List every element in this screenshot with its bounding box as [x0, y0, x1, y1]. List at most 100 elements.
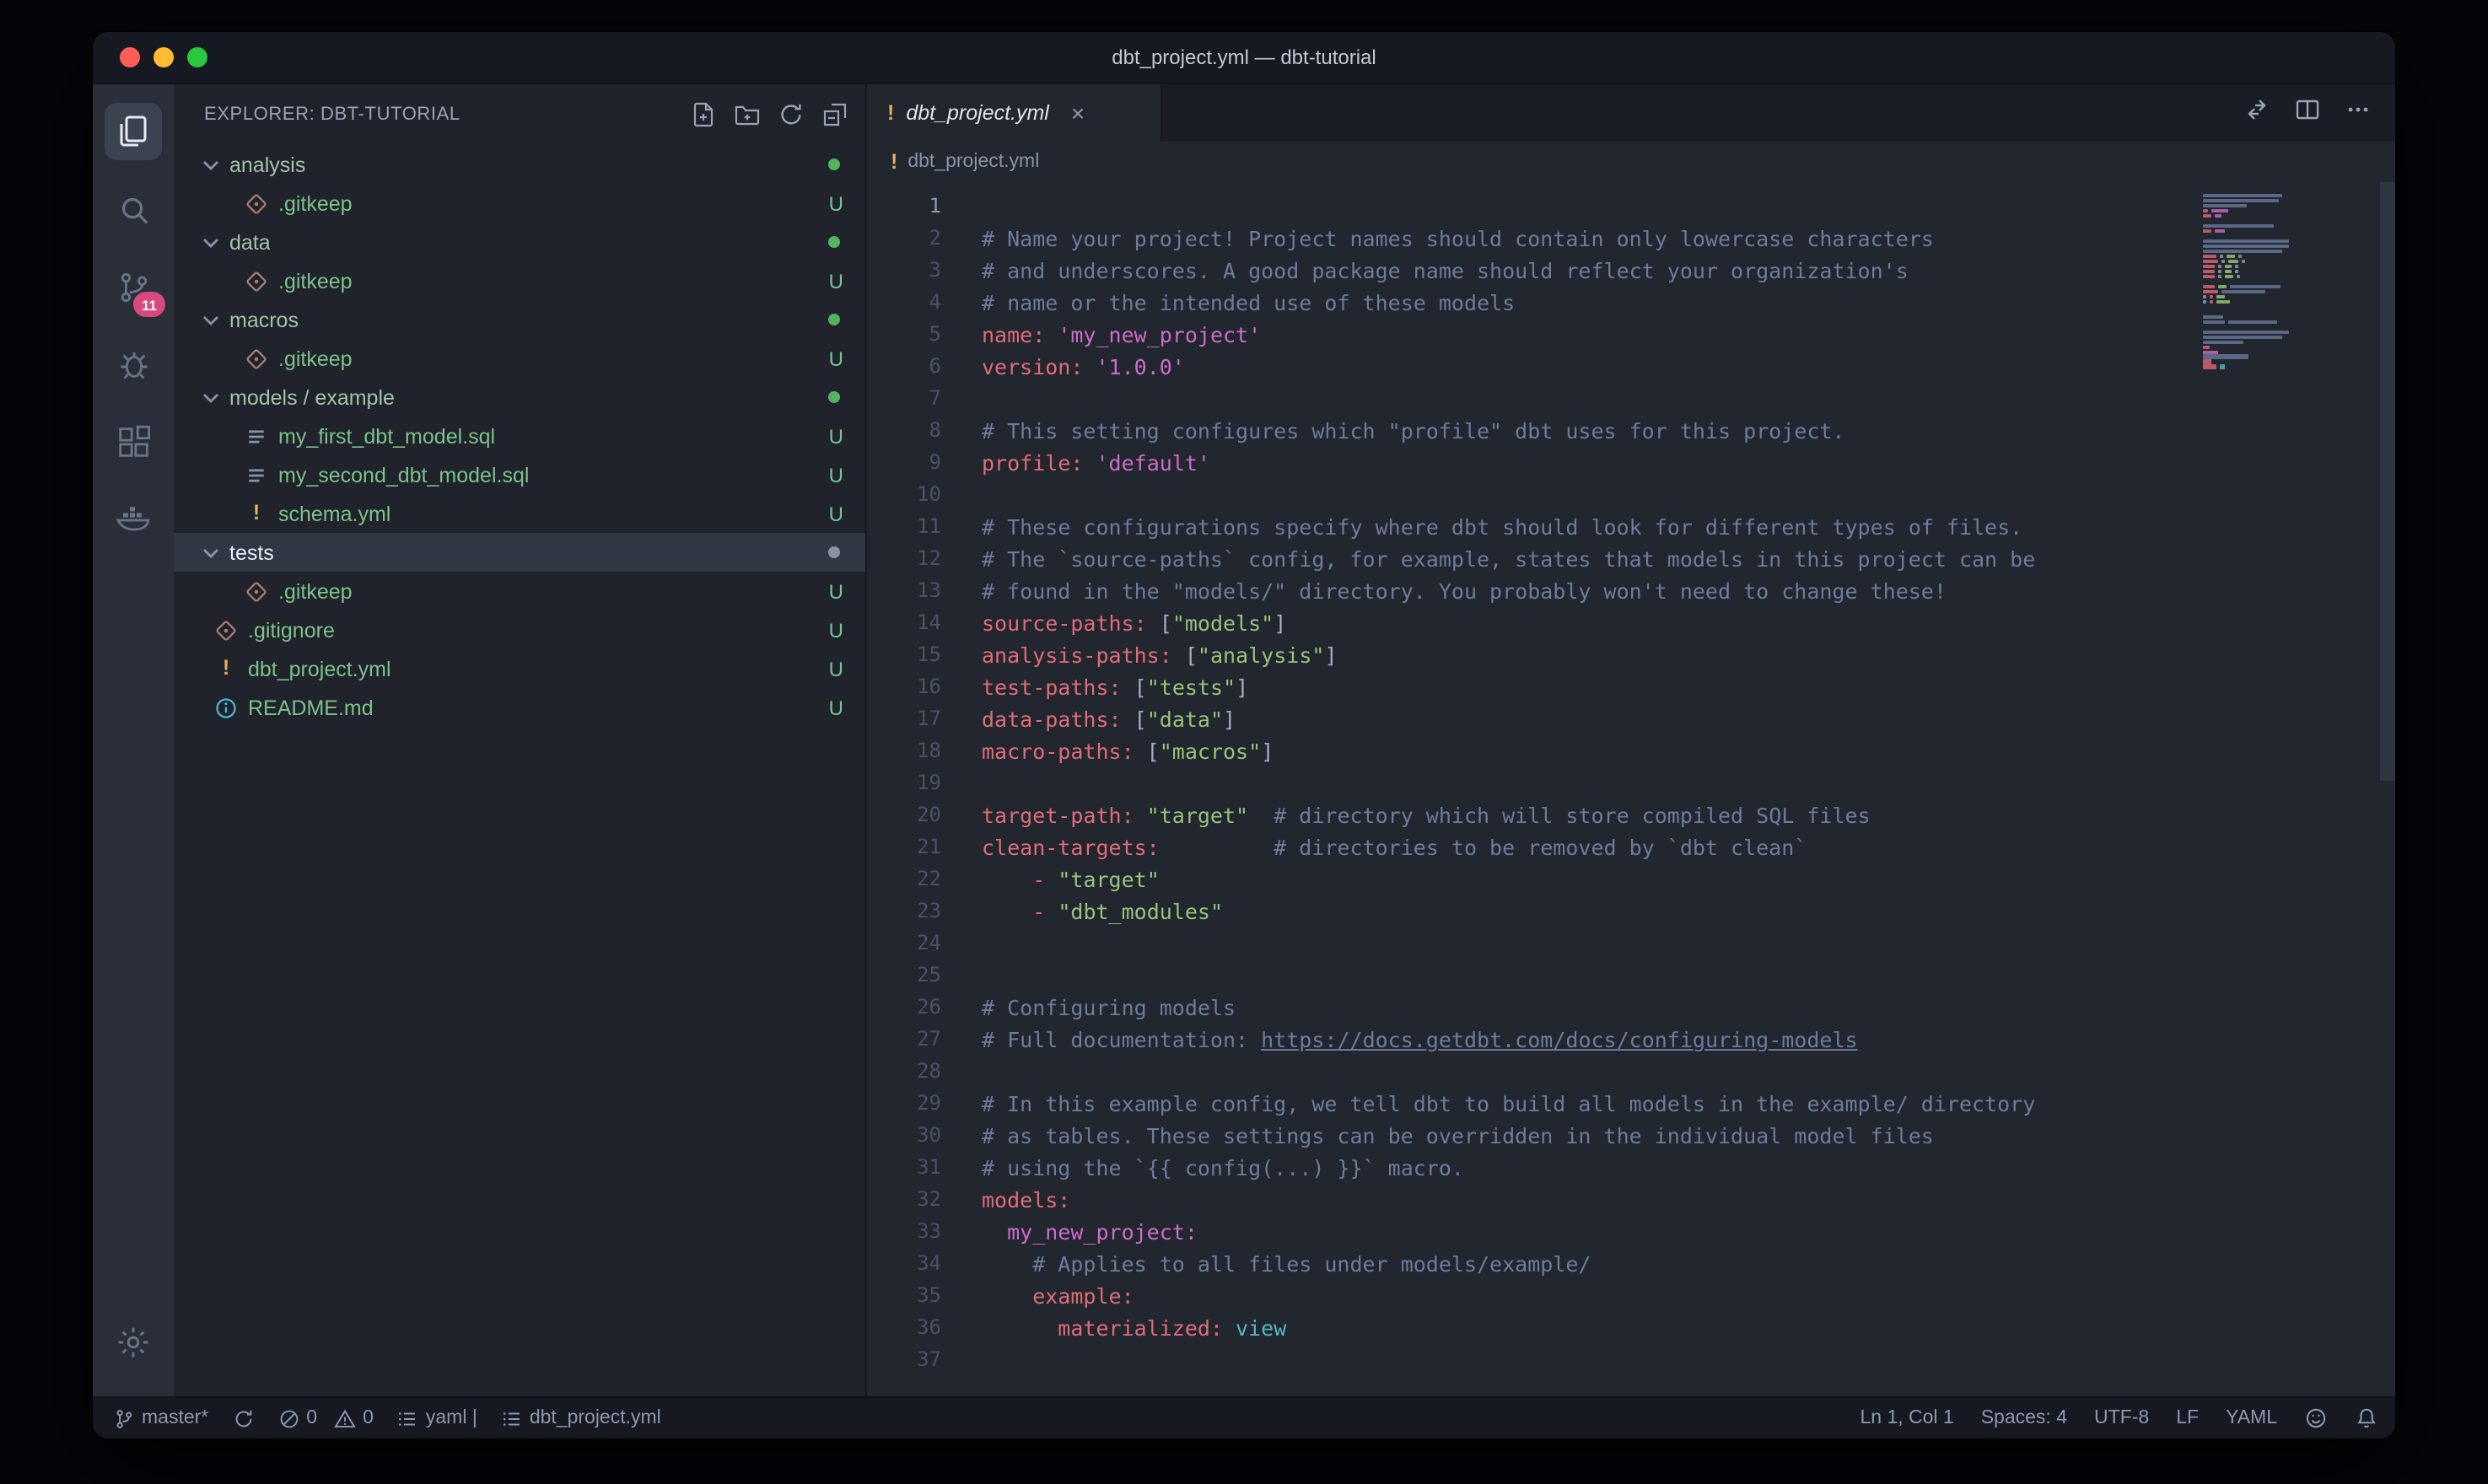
code-line[interactable]: 27# Full documentation: https://docs.get…: [867, 1024, 2395, 1056]
code-line[interactable]: 19: [867, 767, 2395, 799]
vscode-window: dbt_project.yml — dbt-tutorial 11: [91, 30, 2397, 1440]
new-file-icon[interactable]: [690, 101, 717, 128]
code-line[interactable]: 2# Name your project! Project names shou…: [867, 223, 2395, 255]
indentation-item[interactable]: Spaces: 4: [1981, 1408, 2067, 1428]
code-line[interactable]: 31# using the `{{ config(...) }}` macro.: [867, 1152, 2395, 1184]
minimize-window-button[interactable]: [153, 47, 174, 67]
list-icon: [397, 1407, 419, 1429]
activity-explorer[interactable]: [96, 94, 170, 169]
code-line[interactable]: 35 example:: [867, 1280, 2395, 1312]
open-changes-icon[interactable]: [2243, 95, 2270, 131]
minimap[interactable]: [2203, 189, 2372, 375]
yaml-extension-item[interactable]: yaml |: [397, 1407, 477, 1429]
activity-extensions[interactable]: [96, 405, 170, 479]
notifications-item[interactable]: [2355, 1406, 2378, 1430]
maximize-window-button[interactable]: [187, 47, 207, 67]
line-number: 22: [867, 863, 982, 895]
split-editor-icon[interactable]: [2294, 95, 2321, 131]
tree-folder-tests[interactable]: tests: [174, 533, 865, 572]
tree-folder-data[interactable]: data: [174, 223, 865, 261]
code-line[interactable]: 15analysis-paths: ["analysis"]: [867, 639, 2395, 671]
tree-file-gitkeep[interactable]: .gitkeepU: [174, 184, 865, 223]
new-folder-icon[interactable]: [734, 101, 761, 128]
code-editor[interactable]: 12# Name your project! Project names sho…: [867, 182, 2395, 1396]
tree-file-gitkeep[interactable]: .gitkeepU: [174, 572, 865, 610]
line-number: 28: [867, 1056, 982, 1088]
tree-file-my-first-dbt-model-sql[interactable]: my_first_dbt_model.sqlU: [174, 417, 865, 455]
close-window-button[interactable]: [120, 47, 140, 67]
git-status-untracked: U: [829, 347, 843, 370]
tree-file-schema-yml[interactable]: !schema.ymlU: [174, 494, 865, 533]
sync-changes-item[interactable]: [232, 1407, 254, 1429]
encoding-item[interactable]: UTF-8: [2094, 1408, 2149, 1428]
code-line[interactable]: 32models:: [867, 1184, 2395, 1216]
activity-run-debug[interactable]: [96, 327, 170, 401]
close-tab-icon[interactable]: ×: [1071, 99, 1085, 126]
collapse-all-icon[interactable]: [821, 101, 848, 128]
code-line[interactable]: 13# found in the "models/" directory. Yo…: [867, 575, 2395, 607]
eol-item[interactable]: LF: [2176, 1408, 2199, 1428]
dbt-file-item[interactable]: dbt_project.yml: [501, 1407, 661, 1429]
code-line[interactable]: 18macro-paths: ["macros"]: [867, 735, 2395, 767]
code-line[interactable]: 28: [867, 1056, 2395, 1088]
code-line[interactable]: 5name: 'my_new_project': [867, 319, 2395, 351]
tab-dbt-project-yml[interactable]: ! dbt_project.yml ×: [867, 84, 1162, 142]
code-line[interactable]: 7: [867, 383, 2395, 415]
tree-folder-models-example[interactable]: models / example: [174, 378, 865, 417]
code-line[interactable]: 17data-paths: ["data"]: [867, 703, 2395, 735]
code-line[interactable]: 4# name or the intended use of these mod…: [867, 287, 2395, 319]
tree-folder-analysis[interactable]: analysis: [174, 145, 865, 184]
code-line[interactable]: 3# and underscores. A good package name …: [867, 255, 2395, 287]
line-number: 3: [867, 255, 982, 287]
file-label: .gitkeep: [278, 347, 353, 370]
tree-folder-macros[interactable]: macros: [174, 300, 865, 339]
activity-search[interactable]: [96, 172, 170, 246]
code-line[interactable]: 33 my_new_project:: [867, 1216, 2395, 1248]
language-mode-item[interactable]: YAML: [2226, 1408, 2277, 1428]
code-line[interactable]: 37: [867, 1344, 2395, 1376]
tree-file-readme-md[interactable]: README.mdU: [174, 688, 865, 727]
code-line-text: # The `source-paths` config, for example…: [982, 543, 2035, 575]
cursor-position-item[interactable]: Ln 1, Col 1: [1860, 1408, 1953, 1428]
problems-item[interactable]: 0 0: [277, 1407, 374, 1429]
refresh-icon[interactable]: [778, 101, 805, 128]
tree-file-dbt-project-yml[interactable]: !dbt_project.ymlU: [174, 649, 865, 688]
activity-settings[interactable]: [96, 1305, 170, 1379]
tree-file-gitignore[interactable]: .gitignoreU: [174, 610, 865, 649]
feedback-item[interactable]: [2304, 1406, 2328, 1430]
code-line[interactable]: 25: [867, 960, 2395, 992]
code-line-text: macro-paths: ["macros"]: [982, 735, 1274, 767]
code-line[interactable]: 30# as tables. These settings can be ove…: [867, 1120, 2395, 1152]
more-actions-icon[interactable]: [2345, 95, 2372, 131]
git-branch-item[interactable]: master*: [113, 1407, 208, 1429]
tree-file-gitkeep[interactable]: .gitkeepU: [174, 261, 865, 300]
tree-file-gitkeep[interactable]: .gitkeep U: [174, 339, 865, 378]
code-line[interactable]: 29# In this example config, we tell dbt …: [867, 1088, 2395, 1120]
folder-label: macros: [229, 308, 299, 331]
code-line[interactable]: 34 # Applies to all files under models/e…: [867, 1248, 2395, 1280]
code-line-text: models:: [982, 1184, 1070, 1216]
activity-source-control[interactable]: 11: [96, 250, 170, 324]
code-line[interactable]: 1: [867, 191, 2395, 223]
code-line[interactable]: 6version: '1.0.0': [867, 351, 2395, 383]
tree-file-my-second-dbt-model-sql[interactable]: my_second_dbt_model.sqlU: [174, 455, 865, 494]
code-line[interactable]: 12# The `source-paths` config, for examp…: [867, 543, 2395, 575]
code-line[interactable]: 9profile: 'default': [867, 447, 2395, 479]
breadcrumb[interactable]: ! dbt_project.yml: [867, 142, 2395, 182]
code-line[interactable]: 11# These configurations specify where d…: [867, 511, 2395, 543]
code-line[interactable]: 36 materialized: view: [867, 1312, 2395, 1344]
code-line[interactable]: 22 - "target": [867, 863, 2395, 895]
code-line[interactable]: 24: [867, 928, 2395, 960]
code-line[interactable]: 26# Configuring models: [867, 992, 2395, 1024]
code-line[interactable]: 23 - "dbt_modules": [867, 895, 2395, 928]
line-number: 27: [867, 1024, 982, 1056]
code-line[interactable]: 10: [867, 479, 2395, 511]
editor-scrollbar[interactable]: [2380, 182, 2395, 781]
activity-docker[interactable]: [96, 482, 170, 556]
code-line[interactable]: 8# This setting configures which "profil…: [867, 415, 2395, 447]
code-line[interactable]: 14source-paths: ["models"]: [867, 607, 2395, 639]
code-line[interactable]: 21clean-targets: # directories to be rem…: [867, 831, 2395, 863]
code-line-text: # and underscores. A good package name s…: [982, 255, 1909, 287]
code-line[interactable]: 20target-path: "target" # directory whic…: [867, 799, 2395, 831]
code-line[interactable]: 16test-paths: ["tests"]: [867, 671, 2395, 703]
